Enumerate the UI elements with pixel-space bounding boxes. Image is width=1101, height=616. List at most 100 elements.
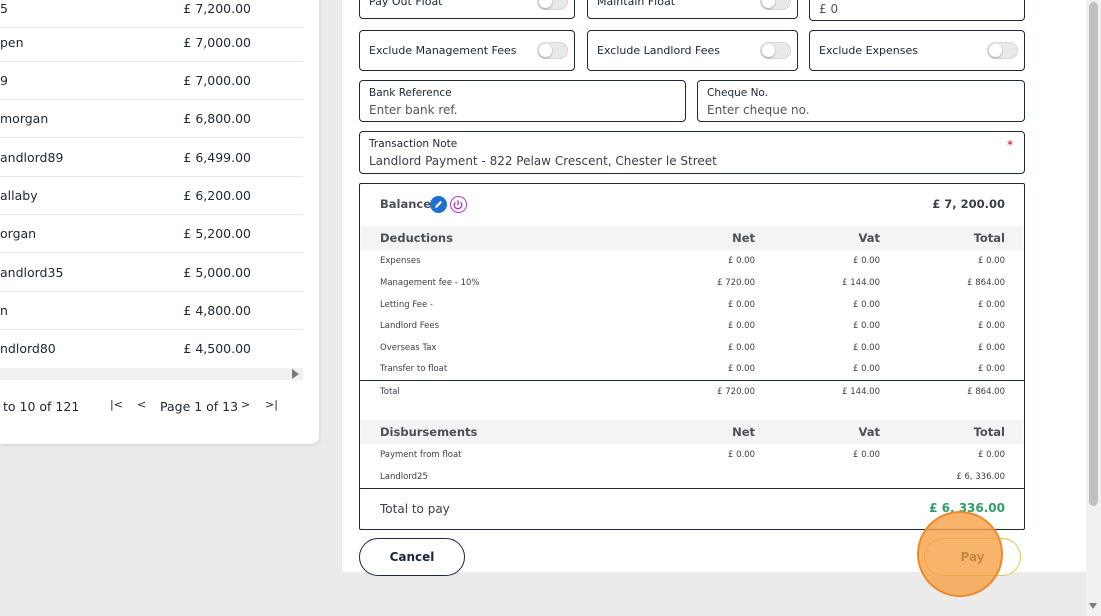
table-row[interactable]: n £ 4,800.00	[0, 292, 303, 330]
bank-reference-field[interactable]: Bank Reference Enter bank ref.	[359, 80, 686, 122]
deduction-vat: £ 144.00	[842, 278, 880, 288]
deduction-total: £ 0.00	[977, 364, 1005, 374]
deduction-total: £ 0.00	[977, 256, 1005, 266]
deduction-total: £ 0.00	[977, 343, 1005, 353]
deductions-total-label: Total	[380, 387, 400, 397]
table-row[interactable]: ndlord80 £ 4,500.00	[0, 330, 303, 368]
landlord-amount: £ 4,500.00	[183, 341, 251, 356]
landlord-name: allaby	[0, 188, 38, 203]
deductions-total-vat: £ 144.00	[842, 387, 880, 397]
landlord-amount: £ 4,800.00	[183, 303, 251, 318]
scrollbar-thumb[interactable]	[1089, 2, 1098, 506]
bank-reference-label: Bank Reference	[369, 87, 452, 99]
pager-page-label: Page 1 of 13	[160, 399, 239, 414]
table-row[interactable]: andlord35 £ 5,000.00	[0, 254, 303, 292]
exclude-expenses-label: Exclude Expenses	[819, 44, 918, 57]
disbursement-vat: £ 0.00	[852, 450, 880, 460]
deductions-header-band	[361, 226, 1023, 250]
deduction-net: £ 0.00	[727, 364, 755, 374]
landlord-name: ndlord80	[0, 341, 56, 356]
deductions-vat-header: Vat	[858, 231, 880, 245]
deductions-total-net: £ 720.00	[717, 387, 755, 397]
scroll-right-arrow-icon[interactable]	[292, 369, 299, 379]
landlord-amount: £ 7,000.00	[183, 73, 251, 88]
pencil-icon[interactable]	[430, 196, 447, 213]
transaction-note-field[interactable]: Transaction Note * Landlord Payment - 82…	[359, 131, 1025, 174]
transaction-note-label: Transaction Note	[369, 138, 458, 150]
deduction-vat: £ 0.00	[852, 321, 880, 331]
landlord-name: morgan	[0, 111, 49, 126]
switch-knob	[762, 0, 775, 8]
deduction-total: £ 0.00	[977, 300, 1005, 310]
float-amount-value: £ 0	[819, 2, 839, 16]
disbursements-title: Disbursements	[380, 425, 478, 439]
exclude-expenses-box: Exclude Expenses	[809, 30, 1025, 71]
deduction-vat: £ 0.00	[852, 300, 880, 310]
exclude-landlord-fees-switch[interactable]	[760, 42, 791, 59]
table-row[interactable]: morgan £ 6,800.00	[0, 100, 303, 138]
disbursement-total: £ 0.00	[977, 450, 1005, 460]
exclude-management-fees-switch[interactable]	[537, 42, 568, 59]
deduction-total: £ 864.00	[967, 278, 1005, 288]
table-row[interactable]: andlord89 £ 6,499.00	[0, 139, 303, 177]
table-row[interactable]: 9 £ 7,000.00	[0, 62, 303, 100]
landlord-amount: £ 7,000.00	[183, 35, 251, 50]
switch-knob	[539, 44, 552, 57]
deduction-label: Transfer to float	[380, 364, 448, 374]
scroll-down-arrow-icon[interactable]	[1089, 603, 1097, 609]
exclude-landlord-fees-label: Exclude Landlord Fees	[597, 44, 720, 57]
vertical-scrollbar[interactable]	[1086, 0, 1101, 616]
power-icon[interactable]	[450, 196, 467, 213]
pay-button[interactable]: Pay	[924, 538, 1021, 576]
disbursement-net: £ 0.00	[727, 450, 755, 460]
landlord-name: organ	[0, 226, 37, 241]
landlord-name: 9	[0, 73, 8, 88]
deduction-label: Landlord Fees	[380, 321, 440, 331]
pay-out-float-switch[interactable]	[537, 0, 568, 10]
float-amount-field[interactable]: £ 0	[809, 0, 1025, 21]
cheque-no-label: Cheque No.	[707, 87, 768, 99]
table-row[interactable]: allaby £ 6,200.00	[0, 177, 303, 215]
divider	[360, 488, 1024, 489]
first-page-icon[interactable]: |<	[110, 398, 123, 411]
exclude-management-fees-label: Exclude Management Fees	[369, 44, 517, 57]
previous-page-icon[interactable]: <	[137, 398, 146, 411]
deduction-label: Letting Fee -	[380, 300, 433, 310]
deductions-net-header: Net	[732, 231, 755, 245]
landlord-amount: £ 7,200.00	[183, 1, 251, 16]
transaction-note-value: Landlord Payment - 822 Pelaw Crescent, C…	[369, 154, 717, 168]
cheque-no-placeholder: Enter cheque no.	[707, 103, 810, 117]
total-to-pay-value: £ 6, 336.00	[929, 501, 1005, 515]
exclude-management-fees-box: Exclude Management Fees	[359, 30, 575, 71]
next-page-icon[interactable]: >	[241, 398, 250, 411]
disbursements-vat-header: Vat	[858, 425, 880, 439]
bank-reference-placeholder: Enter bank ref.	[369, 103, 458, 117]
landlord-name: 5	[0, 1, 8, 16]
table-row[interactable]: organ £ 5,200.00	[0, 215, 303, 253]
disbursements-net-header: Net	[732, 425, 755, 439]
switch-knob	[989, 44, 1002, 57]
deduction-net: £ 0.00	[727, 343, 755, 353]
cheque-no-field[interactable]: Cheque No. Enter cheque no.	[697, 80, 1025, 122]
exclude-expenses-switch[interactable]	[987, 42, 1018, 59]
maintain-float-toggle-box: Maintain Float	[587, 0, 798, 19]
disbursements-total-header: Total	[973, 425, 1005, 439]
deduction-label: Management fee - 10%	[380, 278, 480, 288]
last-page-icon[interactable]: >|	[265, 398, 278, 411]
deduction-vat: £ 0.00	[852, 364, 880, 374]
landlord-name: n	[0, 303, 8, 318]
pay-out-float-label: Pay Out Float	[369, 0, 443, 8]
horizontal-scrollbar[interactable]	[0, 368, 303, 380]
deductions-title: Deductions	[380, 231, 453, 245]
payment-summary: Balance £ 7, 200.00 Deductions Net Vat T…	[359, 183, 1025, 530]
cancel-button[interactable]: Cancel	[359, 538, 465, 576]
maintain-float-switch[interactable]	[760, 0, 791, 10]
disbursement-total: £ 6, 336.00	[956, 472, 1005, 482]
deductions-total-total: £ 864.00	[967, 387, 1005, 397]
disbursement-label: Landlord25	[380, 472, 428, 482]
balance-value: £ 7, 200.00	[932, 197, 1005, 211]
required-indicator: *	[1007, 138, 1013, 152]
landlord-name: pen	[0, 35, 24, 50]
landlord-list-card: 5 £ 7,200.00 pen £ 7,000.00 9 £ 7,000.00…	[0, 0, 319, 444]
table-row[interactable]: pen £ 7,000.00	[0, 24, 303, 62]
